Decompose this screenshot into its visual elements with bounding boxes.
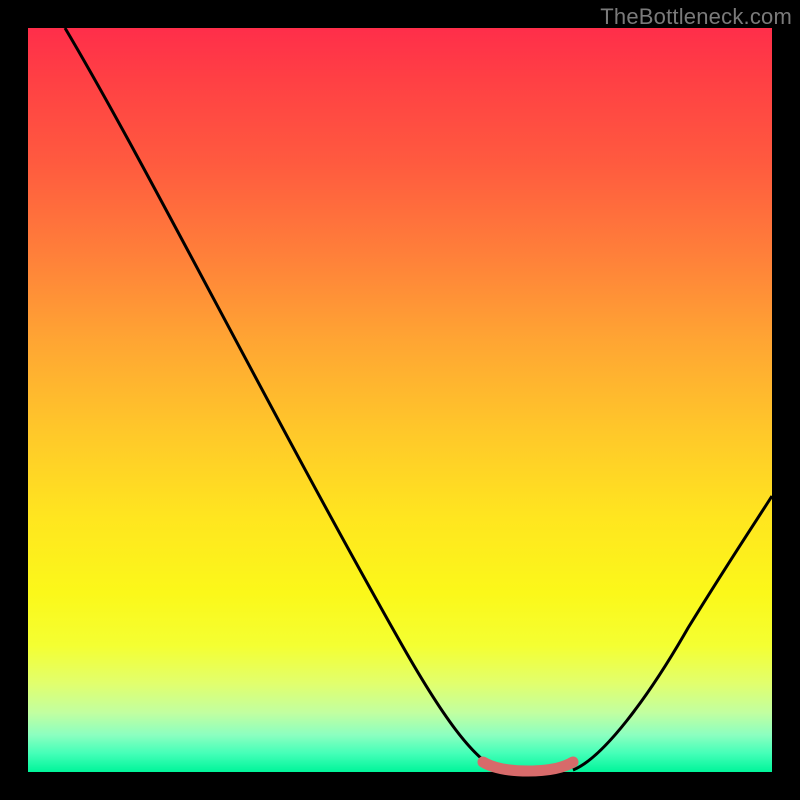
curve-left-branch [65,28,498,770]
plot-area [28,28,772,772]
valley-marker [483,762,573,771]
curve-right-branch [573,496,772,770]
chart-frame: TheBottleneck.com [0,0,800,800]
curve-layer [28,28,772,772]
watermark-text: TheBottleneck.com [600,4,792,30]
